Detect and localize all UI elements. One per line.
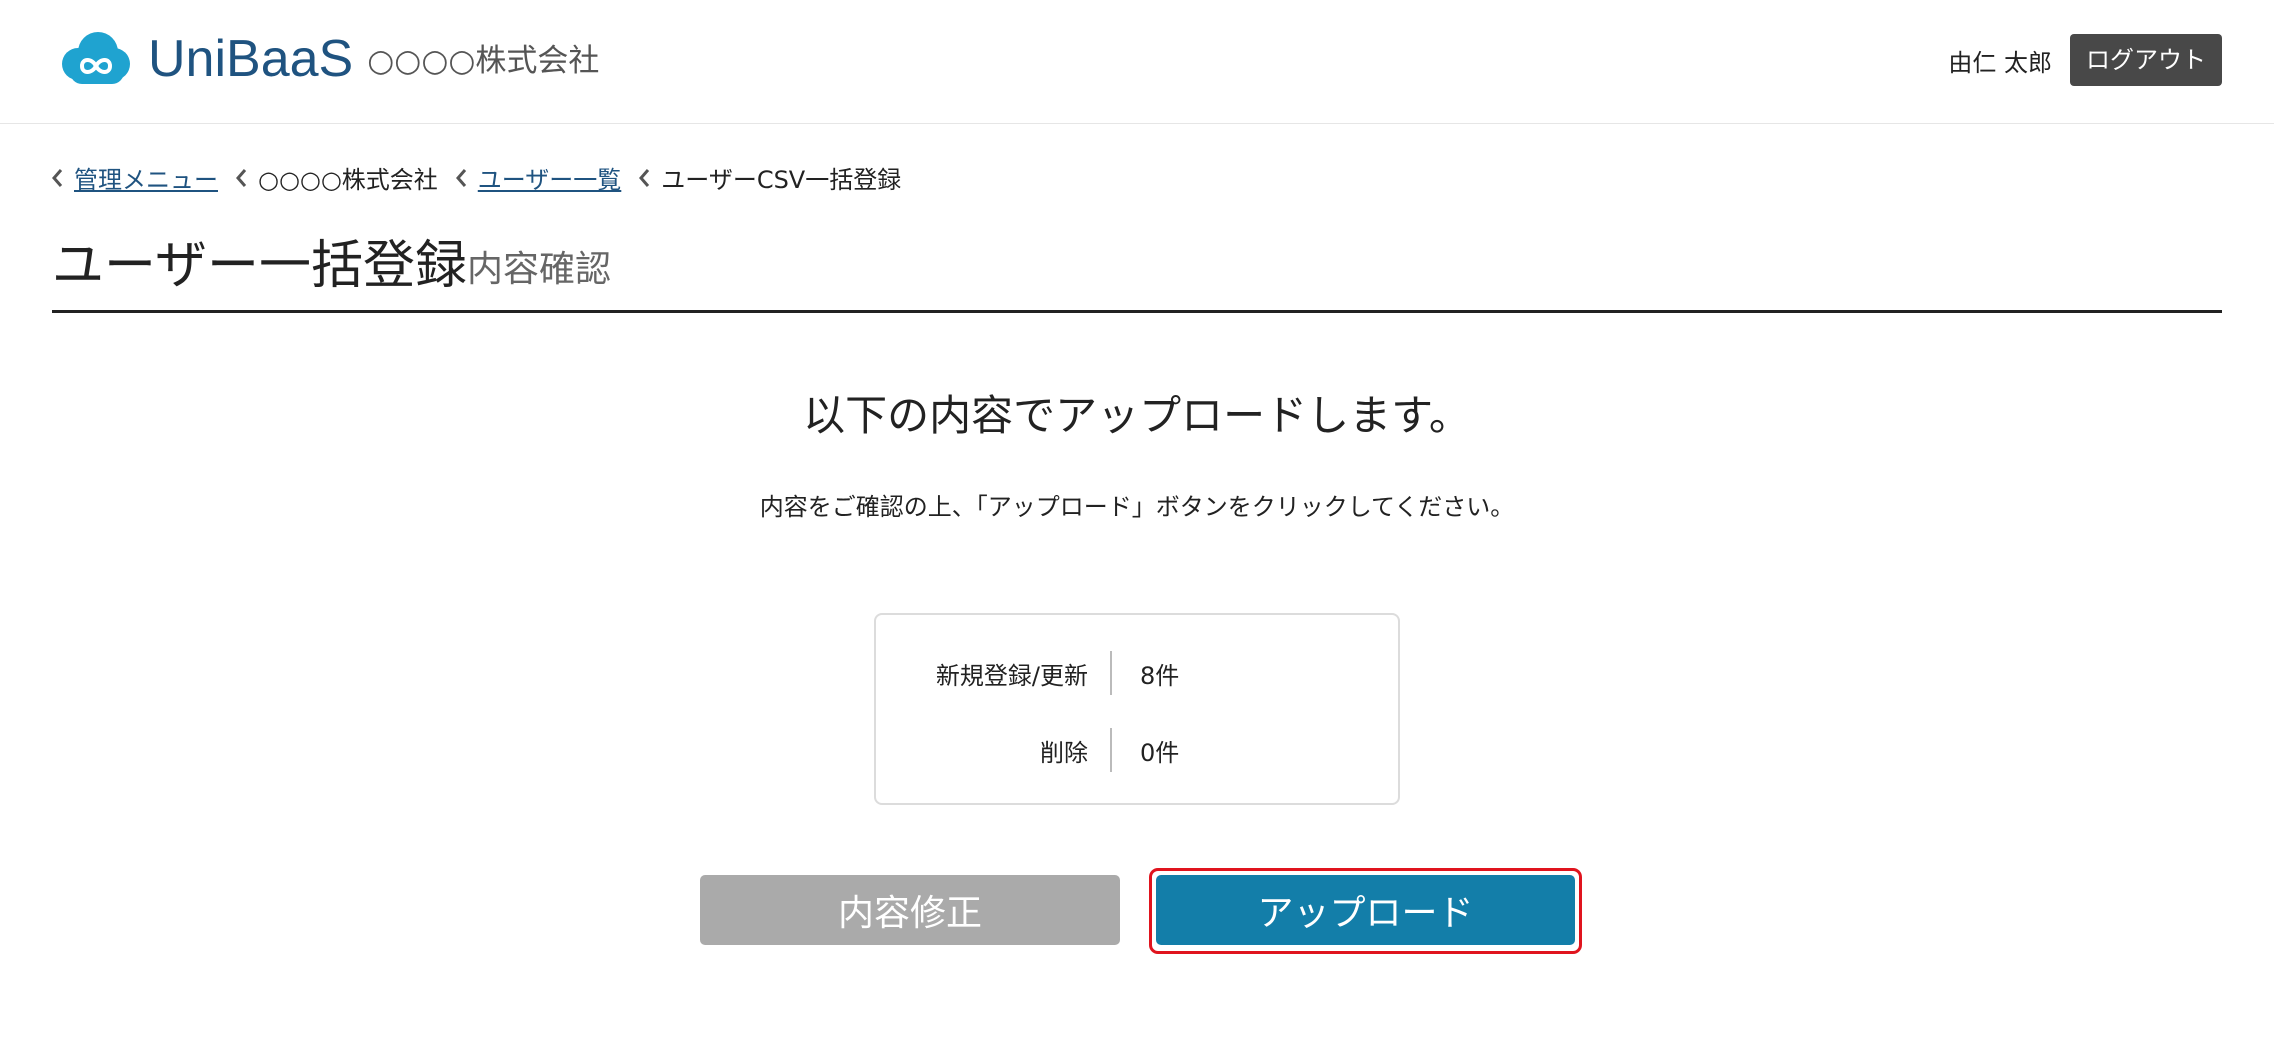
breadcrumb-text-csv-register: ユーザーCSV一括登録 [661, 166, 902, 194]
page-subtitle: 内容確認 [466, 249, 611, 290]
breadcrumb-item-company: ○○○○株式会社 [234, 160, 438, 195]
summary-label: 削除 [1040, 738, 1088, 767]
user-name: 由仁 太郎 [1948, 48, 2052, 77]
chevron-left-icon [639, 168, 650, 187]
logout-button[interactable]: ログアウト [2070, 34, 2222, 86]
header-company-name: ○○○○株式会社 [367, 42, 600, 79]
page-title-row: ユーザー一括登録 内容確認 [52, 222, 2222, 313]
upload-summary: 新規登録/更新 8件 削除 0件 [874, 613, 1400, 805]
breadcrumb: 管理メニュー ○○○○株式会社 ユーザー一覧 ユーザーCSV一括登録 [50, 160, 917, 195]
summary-row-register-update: 新規登録/更新 8件 [876, 651, 1398, 695]
summary-value: 0件 [1140, 738, 1180, 767]
breadcrumb-link-admin-menu[interactable]: 管理メニュー [74, 160, 218, 195]
breadcrumb-link-user-list[interactable]: ユーザー一覧 [478, 160, 622, 195]
edit-content-button[interactable]: 内容修正 [700, 875, 1120, 945]
page-title: ユーザー一括登録 [52, 236, 467, 296]
brand-name: UniBaaS [148, 30, 354, 88]
upload-button[interactable]: アップロード [1156, 875, 1575, 945]
chevron-left-icon [52, 168, 63, 187]
breadcrumb-item-csv-register: ユーザーCSV一括登録 [637, 160, 901, 195]
summary-row-delete: 削除 0件 [876, 728, 1398, 772]
breadcrumb-item-user-list[interactable]: ユーザー一覧 [454, 160, 622, 195]
breadcrumb-text-company: ○○○○株式会社 [258, 166, 438, 194]
app-header: UniBaaS ○○○○株式会社 由仁 太郎 ログアウト [0, 0, 2274, 124]
chevron-left-icon [455, 168, 466, 187]
confirmation-note: 内容をご確認の上、「アップロード」ボタンをクリックしてください。 [759, 493, 1515, 521]
summary-label: 新規登録/更新 [935, 661, 1088, 690]
user-area: 由仁 太郎 ログアウト [1948, 34, 2222, 86]
confirmation-heading: 以下の内容でアップロードします。 [803, 391, 1471, 440]
summary-value: 8件 [1140, 661, 1180, 690]
chevron-left-icon [236, 168, 247, 187]
breadcrumb-item-admin-menu[interactable]: 管理メニュー [50, 160, 218, 195]
cloud-logo-icon [62, 32, 130, 84]
brand-logo[interactable]: UniBaaS ○○○○株式会社 [58, 30, 599, 88]
